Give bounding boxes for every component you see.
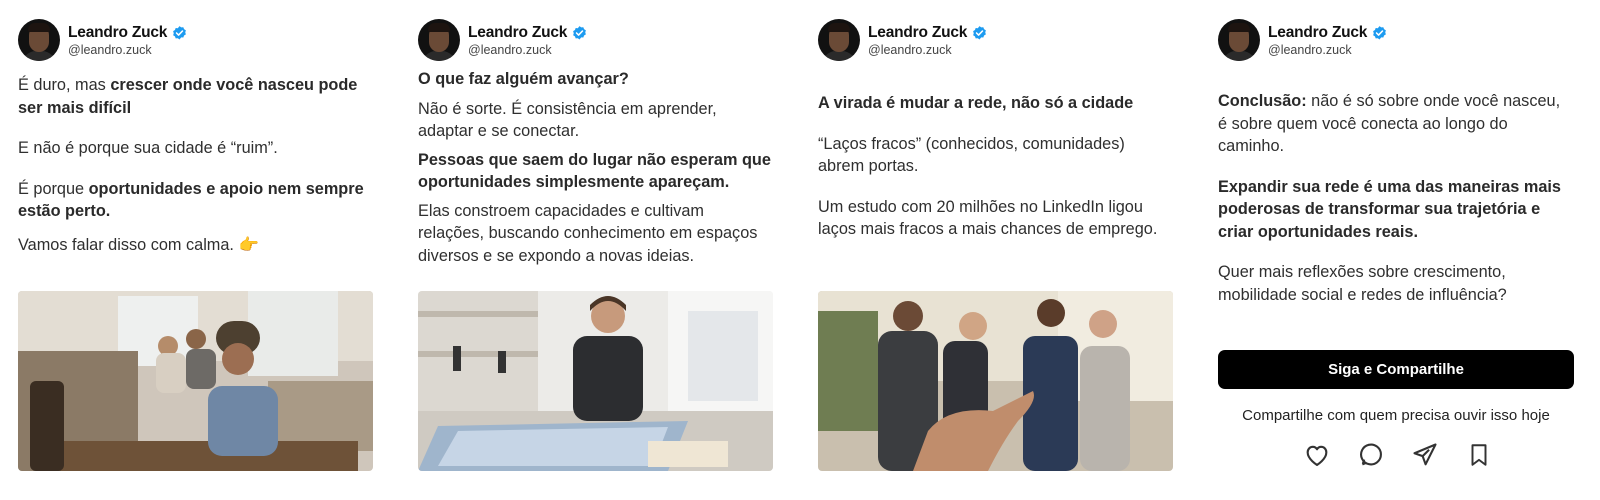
slide-text: O que faz alguém avançar? Não é sorte. É… xyxy=(418,68,773,267)
author-handle[interactable]: @leandro.zuck xyxy=(868,43,988,57)
paragraph: Quer mais reflexões sobre crescimento, m… xyxy=(1218,263,1507,304)
paragraph: Não é sorte. É consistência em aprender,… xyxy=(418,99,717,141)
paragraph: É porque oportunidades e apoio nem sempr… xyxy=(18,179,364,221)
post-header: Leandro Zuck @leandro.zuck xyxy=(418,18,588,62)
networking-photo xyxy=(818,291,1173,471)
action-bar xyxy=(1302,440,1494,470)
paragraph: Elas constroem capacidades e cultivam re… xyxy=(418,201,758,265)
paragraph: “Laços fracos” (conhecidos, comunidades)… xyxy=(818,134,1125,176)
paragraph: Conclusão: não é só sobre onde você nasc… xyxy=(1218,92,1561,155)
avatar[interactable] xyxy=(818,19,860,61)
slide-heading: O que faz alguém avançar? xyxy=(418,70,629,88)
paragraph: Expandir sua rede é uma das maneiras mai… xyxy=(1218,177,1561,241)
verified-badge-icon xyxy=(173,25,187,40)
paragraph: Pessoas que saem do lugar não esperam qu… xyxy=(418,150,771,192)
post-header: Leandro Zuck @leandro.zuck xyxy=(18,18,188,62)
avatar[interactable] xyxy=(418,19,460,61)
slide-1: Leandro Zuck @leandro.zuck É duro, mas c… xyxy=(18,0,380,500)
verified-badge-icon xyxy=(573,25,587,40)
slide-text: Conclusão: não é só sobre onde você nasc… xyxy=(1218,90,1573,306)
cafe-photo xyxy=(18,291,373,471)
slide-4: Leandro Zuck @leandro.zuck Conclusão: nã… xyxy=(1218,0,1580,500)
send-icon[interactable] xyxy=(1410,440,1440,470)
slide-text: A virada é mudar a rede, não só a cidade… xyxy=(818,92,1173,241)
post-header: Leandro Zuck @leandro.zuck xyxy=(1218,18,1388,62)
avatar[interactable] xyxy=(18,19,60,61)
paragraph: Vamos falar disso com calma. 👉 xyxy=(18,235,259,254)
paragraph: E não é porque sua cidade é “ruim”. xyxy=(18,139,278,157)
verified-badge-icon xyxy=(1373,25,1387,40)
slide-heading: A virada é mudar a rede, não só a cidade xyxy=(818,94,1134,112)
follow-share-button[interactable]: Siga e Compartilhe xyxy=(1218,350,1574,389)
bookmark-icon[interactable] xyxy=(1464,440,1494,470)
author-handle[interactable]: @leandro.zuck xyxy=(1268,43,1388,57)
author-handle[interactable]: @leandro.zuck xyxy=(68,43,188,57)
author-name[interactable]: Leandro Zuck xyxy=(468,24,567,42)
author-handle[interactable]: @leandro.zuck xyxy=(468,43,588,57)
slide-text: É duro, mas crescer onde você nasceu pod… xyxy=(18,74,373,256)
author-name[interactable]: Leandro Zuck xyxy=(1268,24,1367,42)
paragraph: É duro, mas crescer onde você nasceu pod… xyxy=(18,76,358,117)
slide-3: Leandro Zuck @leandro.zuck A virada é mu… xyxy=(818,0,1180,500)
share-note: Compartilhe com quem precisa ouvir isso … xyxy=(1242,407,1550,424)
paragraph: Um estudo com 20 milhões no LinkedIn lig… xyxy=(818,197,1158,239)
comment-icon[interactable] xyxy=(1356,440,1386,470)
heart-icon[interactable] xyxy=(1302,440,1332,470)
post-header: Leandro Zuck @leandro.zuck xyxy=(818,18,988,62)
verified-badge-icon xyxy=(973,25,987,40)
author-name[interactable]: Leandro Zuck xyxy=(868,24,967,42)
atrium-photo xyxy=(418,291,773,471)
avatar[interactable] xyxy=(1218,19,1260,61)
slide-2: Leandro Zuck @leandro.zuck O que faz alg… xyxy=(418,0,780,500)
author-name[interactable]: Leandro Zuck xyxy=(68,24,167,42)
